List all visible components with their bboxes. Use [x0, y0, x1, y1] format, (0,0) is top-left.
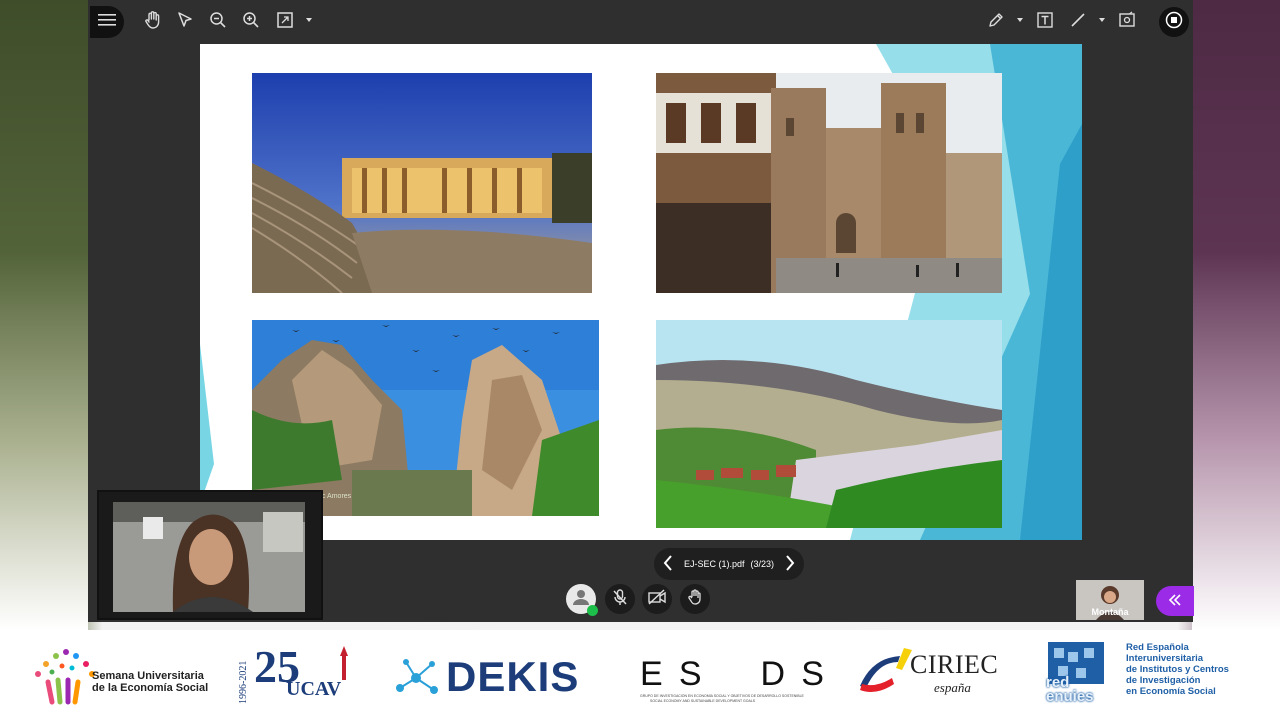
- ciriec-swoosh-icon: [860, 648, 912, 692]
- mute-button[interactable]: [605, 584, 635, 614]
- participant-tile[interactable]: Montaña: [1076, 580, 1144, 620]
- esods-letter-s2: S: [801, 655, 824, 693]
- presenter-video: [113, 502, 305, 612]
- background-right-panel: [1192, 0, 1280, 630]
- line-tool-button[interactable]: [1065, 9, 1091, 35]
- profile-button[interactable]: [566, 584, 598, 616]
- raise-hand-icon: [686, 588, 704, 611]
- enuies-line-5: en Economía Social: [1126, 686, 1216, 697]
- ucav-name: UCAV: [286, 678, 342, 700]
- red-enuies-logo: red enuies Red Española Interuniversitar…: [1044, 638, 1244, 712]
- camera-off-icon: [647, 588, 667, 611]
- raise-hand-button[interactable]: [680, 584, 710, 614]
- pen-dropdown-icon[interactable]: [1017, 18, 1023, 22]
- enuies-line-4: de Investigación: [1126, 675, 1201, 686]
- people-tree-icon: [35, 649, 95, 705]
- zoom-out-icon: [209, 11, 227, 34]
- hand-tool-button[interactable]: [140, 9, 166, 35]
- semana-line-1: Semana Universitaria: [92, 670, 204, 682]
- network-nodes-icon: [396, 659, 438, 694]
- camera-button[interactable]: [642, 584, 672, 614]
- semana-economia-social-logo: Semana Universitaria de la Economía Soci…: [28, 644, 218, 708]
- ciriec-wordmark: CIRIEC: [910, 650, 999, 679]
- ucav-25-logo: 1996-2021 25 UCAV: [238, 644, 368, 706]
- line-icon: [1069, 11, 1087, 34]
- esods-letter-e: E: [640, 655, 663, 693]
- text-box-button[interactable]: [1032, 9, 1058, 35]
- esods-subtitle-1: GRUPO DE INVESTIGACIÓN EN ECONOMÍA SOCIA…: [640, 694, 804, 698]
- pointer-tool-button[interactable]: [172, 9, 198, 35]
- esods-logo: E S O D S GRUPO DE INVESTIGACIÓN EN ECON…: [640, 656, 824, 706]
- hand-icon: [143, 10, 163, 35]
- enuies-line-2: Interuniversitaria: [1126, 653, 1204, 664]
- dekis-wordmark: DEKIS: [446, 653, 580, 700]
- ciriec-subtitle: españa: [934, 680, 971, 695]
- zoom-out-button[interactable]: [205, 9, 231, 35]
- esods-letter-d: D: [760, 655, 786, 693]
- sponsor-footer: Semana Universitaria de la Economía Soci…: [0, 630, 1280, 720]
- presentation-slide: c Amores: [200, 44, 1082, 540]
- previous-page-button[interactable]: [662, 554, 674, 574]
- dekis-logo: DEKIS: [392, 654, 604, 704]
- esods-subtitle-2: SOCIAL ECONOMY AND SUSTAINABLE DEVELOPME…: [650, 699, 756, 703]
- stamp-icon: [1118, 10, 1136, 34]
- expand-panel-button[interactable]: [1156, 586, 1194, 616]
- zoom-in-icon: [242, 11, 260, 34]
- hamburger-icon: [98, 13, 116, 32]
- roman-theatre-photo: [252, 73, 592, 293]
- cathedral-icon: [340, 646, 348, 680]
- ucav-years: 1996-2021: [238, 660, 249, 704]
- background-left-panel: [0, 0, 88, 630]
- valley-village-photo: [656, 320, 1002, 528]
- chevron-left-icon: [663, 555, 672, 571]
- status-check-icon: [587, 605, 598, 616]
- enuies-line-1: Red Española: [1126, 642, 1189, 653]
- esods-letter-s1: S: [678, 655, 702, 693]
- pen-tool-button[interactable]: [983, 9, 1009, 35]
- text-box-icon: [1036, 11, 1054, 34]
- menu-button[interactable]: [90, 6, 124, 38]
- next-page-button[interactable]: [784, 554, 796, 574]
- pen-icon: [987, 11, 1005, 34]
- page-indicator: (3/23): [750, 559, 775, 569]
- enuies-line-3: de Institutos y Centros: [1126, 664, 1229, 675]
- stop-icon: [1165, 11, 1183, 34]
- pointer-icon: [176, 11, 194, 34]
- esods-letter-o: O: [718, 656, 744, 692]
- semana-line-2: de la Economía Social: [92, 682, 209, 694]
- fit-page-icon: [276, 11, 294, 34]
- document-filename: EJ-SEC (1).pdf: [683, 559, 745, 569]
- fit-page-button[interactable]: [272, 9, 298, 35]
- document-navigation: EJ-SEC (1).pdf (3/23): [654, 548, 804, 580]
- webcam-pip[interactable]: [97, 490, 323, 620]
- enuies-emblem-text: red enuies: [1046, 674, 1094, 705]
- microphone-off-icon: [611, 588, 629, 611]
- annotation-toolbar: [88, 0, 1193, 44]
- ciriec-logo: CIRIEC españa: [858, 644, 1018, 700]
- stop-share-button[interactable]: [1159, 7, 1189, 37]
- cliffs-vultures-photo: c Amores: [252, 320, 599, 516]
- fit-dropdown-icon[interactable]: [306, 18, 312, 22]
- zoom-in-button[interactable]: [238, 9, 264, 35]
- participant-name: Montaña: [1091, 607, 1129, 617]
- chevron-right-icon: [786, 555, 795, 571]
- line-dropdown-icon[interactable]: [1099, 18, 1105, 22]
- photo-watermark: c Amores: [322, 493, 352, 500]
- double-chevron-left-icon: [1168, 591, 1182, 612]
- monastery-photo: [656, 73, 1002, 293]
- stamp-tool-button[interactable]: [1114, 9, 1140, 35]
